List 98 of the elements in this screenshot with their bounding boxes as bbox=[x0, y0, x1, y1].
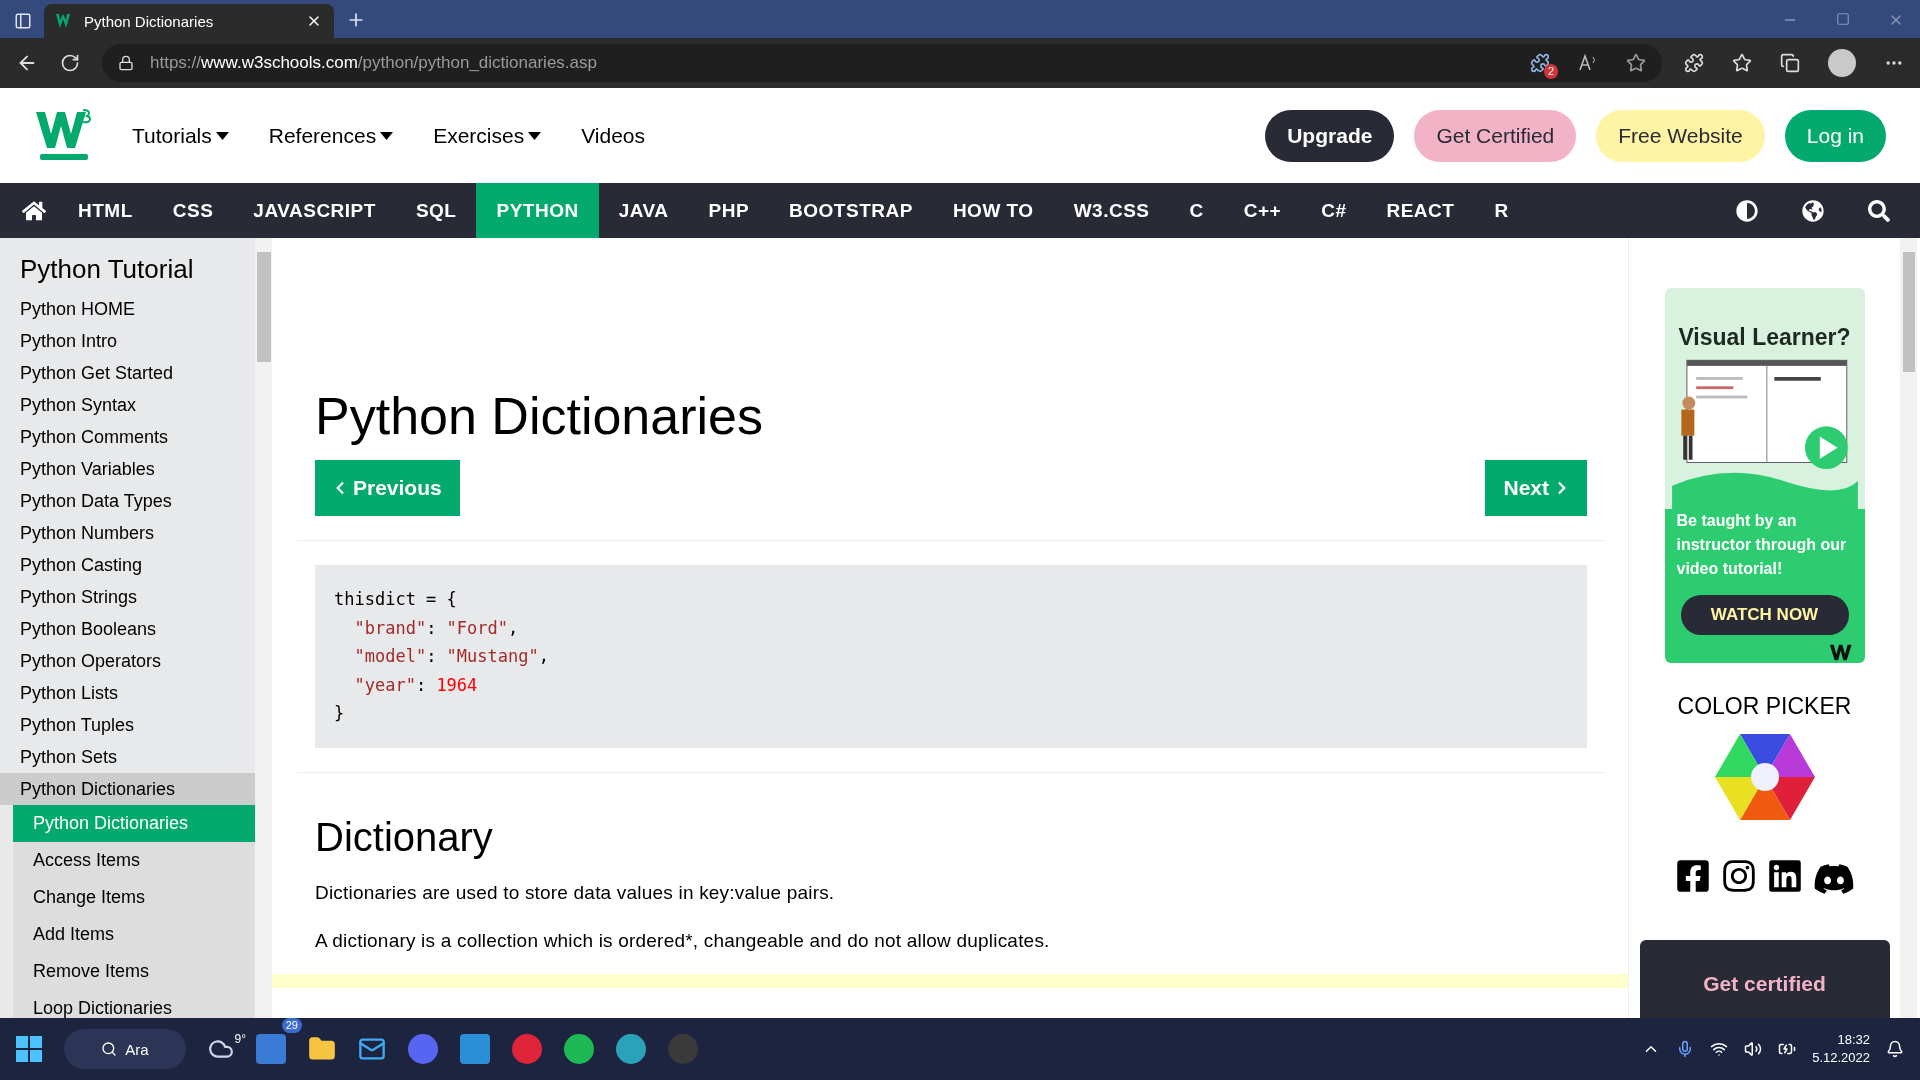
maximize-icon[interactable] bbox=[1836, 12, 1850, 26]
page-title: Python Dictionaries bbox=[315, 386, 764, 446]
caret-icon bbox=[215, 131, 229, 140]
nav-tab[interactable]: CSS bbox=[152, 183, 234, 238]
section-heading: Dictionary bbox=[315, 814, 494, 860]
extension-icon[interactable] bbox=[1530, 53, 1550, 73]
start-icon[interactable] bbox=[16, 1036, 42, 1062]
paragraph: A dictionary is a collection which is ordered*, changeable and do not allow duplicates. bbox=[315, 929, 1051, 952]
tab-title: Python Dictionaries bbox=[84, 12, 215, 30]
clock-time: 18:32 bbox=[1837, 1031, 1870, 1049]
search-icon bbox=[101, 1041, 118, 1057]
taskbar-clock[interactable]: 18:32 5.12.2022 bbox=[1812, 1031, 1870, 1067]
volume-icon[interactable] bbox=[1744, 1040, 1763, 1058]
notification-badge: 2 bbox=[1543, 64, 1558, 79]
sidebar-item[interactable]: Python Get Started bbox=[0, 357, 255, 389]
instagram-icon[interactable] bbox=[1720, 858, 1757, 894]
ad-banner[interactable]: Visual Learner? Be taught by an instructor through our video tutorial! WATCH NOW bbox=[1664, 288, 1865, 663]
nav-tab[interactable]: JAVA bbox=[598, 183, 689, 238]
sidebar-item[interactable]: Python Variables bbox=[0, 453, 255, 485]
nav-tab[interactable]: W3.CSS bbox=[1053, 183, 1170, 238]
nav-tab[interactable]: C++ bbox=[1223, 183, 1302, 238]
read-aloud-icon[interactable] bbox=[1578, 54, 1598, 72]
sidebar-subitem[interactable]: Change Items bbox=[13, 879, 255, 916]
reload-icon[interactable] bbox=[60, 53, 80, 73]
caret-icon bbox=[528, 131, 542, 140]
lock-icon bbox=[118, 55, 134, 71]
nav-tab[interactable]: JAVASCRIPT bbox=[233, 183, 396, 238]
sidebar-item[interactable]: Python Dictionaries bbox=[0, 773, 255, 805]
sidebar-title: Python Tutorial bbox=[19, 254, 195, 286]
nav-tab[interactable]: R bbox=[1474, 183, 1529, 238]
nav-tab[interactable]: PHP bbox=[688, 183, 770, 238]
code-line: thisdict = { bbox=[334, 588, 458, 611]
clock-date: 5.12.2022 bbox=[1812, 1049, 1870, 1067]
sidebar-item[interactable]: Python Tuples bbox=[0, 709, 255, 741]
sidebar-item[interactable]: Python Booleans bbox=[0, 613, 255, 645]
contrast-icon[interactable] bbox=[1736, 199, 1758, 222]
extensions-icon[interactable] bbox=[1684, 53, 1704, 73]
browser-tab[interactable]: Python Dictionaries bbox=[44, 4, 334, 38]
nav-tab[interactable]: REACT bbox=[1366, 183, 1475, 238]
code-line: } bbox=[334, 702, 346, 725]
website-button[interactable]: Free Website bbox=[1596, 109, 1765, 162]
nav-tab[interactable]: C bbox=[1169, 183, 1224, 238]
certified-button[interactable]: Get Certified bbox=[1414, 109, 1577, 162]
sidebar-item[interactable]: Python Casting bbox=[0, 549, 255, 581]
caret-icon bbox=[380, 131, 394, 140]
sidebar-toggle-icon[interactable] bbox=[14, 12, 32, 30]
code-line: "brand": "Ford", bbox=[353, 616, 520, 640]
folder-icon[interactable] bbox=[308, 1035, 336, 1063]
scrollbar[interactable] bbox=[255, 238, 272, 1018]
color-picker-icon[interactable] bbox=[1714, 734, 1815, 820]
sidebar-item[interactable]: Python Sets bbox=[0, 741, 255, 773]
sidebar-item[interactable]: Python Syntax bbox=[0, 389, 255, 421]
sidebar-item[interactable]: Python Operators bbox=[0, 645, 255, 677]
sidebar-item[interactable]: Python Numbers bbox=[0, 517, 255, 549]
favorites-icon[interactable] bbox=[1732, 53, 1752, 73]
profile-avatar[interactable] bbox=[1828, 49, 1856, 77]
globe-icon[interactable] bbox=[1802, 199, 1824, 222]
banner-text: Get certified bbox=[1703, 972, 1826, 997]
menu-link[interactable]: Exercises bbox=[433, 123, 542, 148]
get-certified-banner[interactable]: Get certified bbox=[1639, 940, 1890, 1018]
nav-tab[interactable]: SQL bbox=[395, 183, 477, 238]
code-line: "year": 1964 bbox=[353, 673, 479, 697]
menu-link[interactable]: Videos bbox=[581, 123, 645, 148]
nav-tab[interactable]: C# bbox=[1301, 183, 1367, 238]
upgrade-button[interactable]: Upgrade bbox=[1265, 109, 1395, 162]
menu-link[interactable]: References bbox=[268, 123, 394, 148]
menu-link[interactable]: Tutorials bbox=[132, 123, 229, 148]
nav-tab[interactable]: BOOTSTRAP bbox=[769, 183, 933, 238]
ad-title: Visual Learner? bbox=[1678, 324, 1851, 351]
favorite-icon[interactable] bbox=[1626, 53, 1646, 73]
notification-icon[interactable] bbox=[1886, 1040, 1904, 1058]
address-field[interactable]: https://www.w3schools.com/python/python_dictionaries.asp 2 bbox=[102, 44, 1662, 82]
sidebar-item[interactable]: Python Intro bbox=[0, 325, 255, 357]
weather-temperature: 9° bbox=[234, 1032, 246, 1046]
scrollbar[interactable] bbox=[1900, 238, 1917, 1018]
linkedin-icon[interactable] bbox=[1766, 858, 1803, 894]
sidebar-item[interactable]: Python Strings bbox=[0, 581, 255, 613]
sidebar-item[interactable]: Python Comments bbox=[0, 421, 255, 453]
sidebar-subitem[interactable]: Remove Items bbox=[13, 953, 255, 990]
sidebar-item[interactable]: Python Data Types bbox=[0, 485, 255, 517]
sidebar-item[interactable]: Python HOME bbox=[0, 293, 255, 325]
sidebar-subitem[interactable]: Access Items bbox=[13, 842, 255, 879]
search-icon[interactable] bbox=[1868, 199, 1890, 222]
facebook-icon[interactable] bbox=[1674, 858, 1711, 894]
nav-tab[interactable]: HTML bbox=[58, 183, 153, 238]
code-line: "model": "Mustang", bbox=[353, 645, 550, 668]
collections-icon[interactable] bbox=[1780, 53, 1800, 73]
wifi-icon[interactable] bbox=[1710, 1040, 1729, 1058]
sidebar-item[interactable]: Python Lists bbox=[0, 677, 255, 709]
url-text: https://www.w3schools.com/python/python_dictionaries.asp bbox=[150, 53, 597, 73]
sidebar-subitem[interactable]: Add Items bbox=[13, 916, 255, 953]
color-picker-title: COLOR PICKER bbox=[1677, 693, 1852, 720]
taskbar-search[interactable]: Ara bbox=[64, 1029, 186, 1069]
watch-now-button[interactable]: WATCH NOW bbox=[1680, 595, 1849, 635]
notification-badge: 29 bbox=[281, 1018, 302, 1033]
sidebar-subitem[interactable]: Loop Dictionaries bbox=[13, 990, 255, 1018]
paragraph: Dictionaries are used to store data values in key:value pairs. bbox=[315, 881, 836, 904]
nav-tab[interactable]: HOW TO bbox=[932, 183, 1054, 238]
